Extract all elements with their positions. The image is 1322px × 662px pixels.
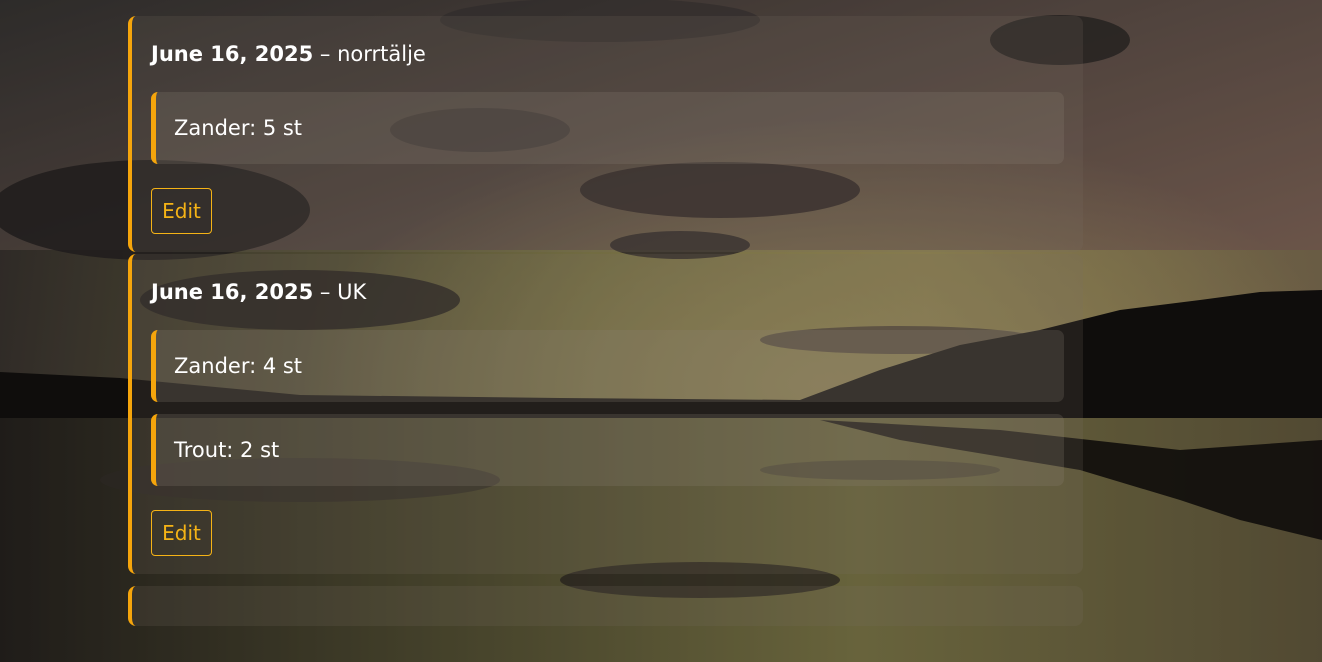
catch-label: Zander: 4 st	[174, 354, 303, 378]
catch-item: Zander: 4 st	[151, 330, 1064, 402]
trip-location: UK	[337, 280, 367, 304]
trip-card: June 16, 2025 – norrtälje Zander: 5 st E…	[128, 16, 1083, 252]
trip-date: June 16, 2025	[151, 42, 314, 66]
edit-button[interactable]: Edit	[151, 188, 212, 234]
trip-header: June 16, 2025 – norrtälje	[151, 16, 1064, 92]
trip-separator: –	[313, 280, 338, 304]
trip-card-partial	[128, 586, 1083, 626]
edit-button[interactable]: Edit	[151, 510, 212, 556]
catch-item: Trout: 2 st	[151, 414, 1064, 486]
trip-location: norrtälje	[337, 42, 426, 66]
trip-date: June 16, 2025	[151, 280, 314, 304]
catch-item: Zander: 5 st	[151, 92, 1064, 164]
trip-feed: June 16, 2025 – norrtälje Zander: 5 st E…	[128, 16, 1083, 638]
trip-header: June 16, 2025 – UK	[151, 254, 1064, 330]
trip-separator: –	[313, 42, 338, 66]
trip-card: June 16, 2025 – UK Zander: 4 st Trout: 2…	[128, 254, 1083, 574]
catch-label: Trout: 2 st	[174, 438, 280, 462]
catch-label: Zander: 5 st	[174, 116, 303, 140]
